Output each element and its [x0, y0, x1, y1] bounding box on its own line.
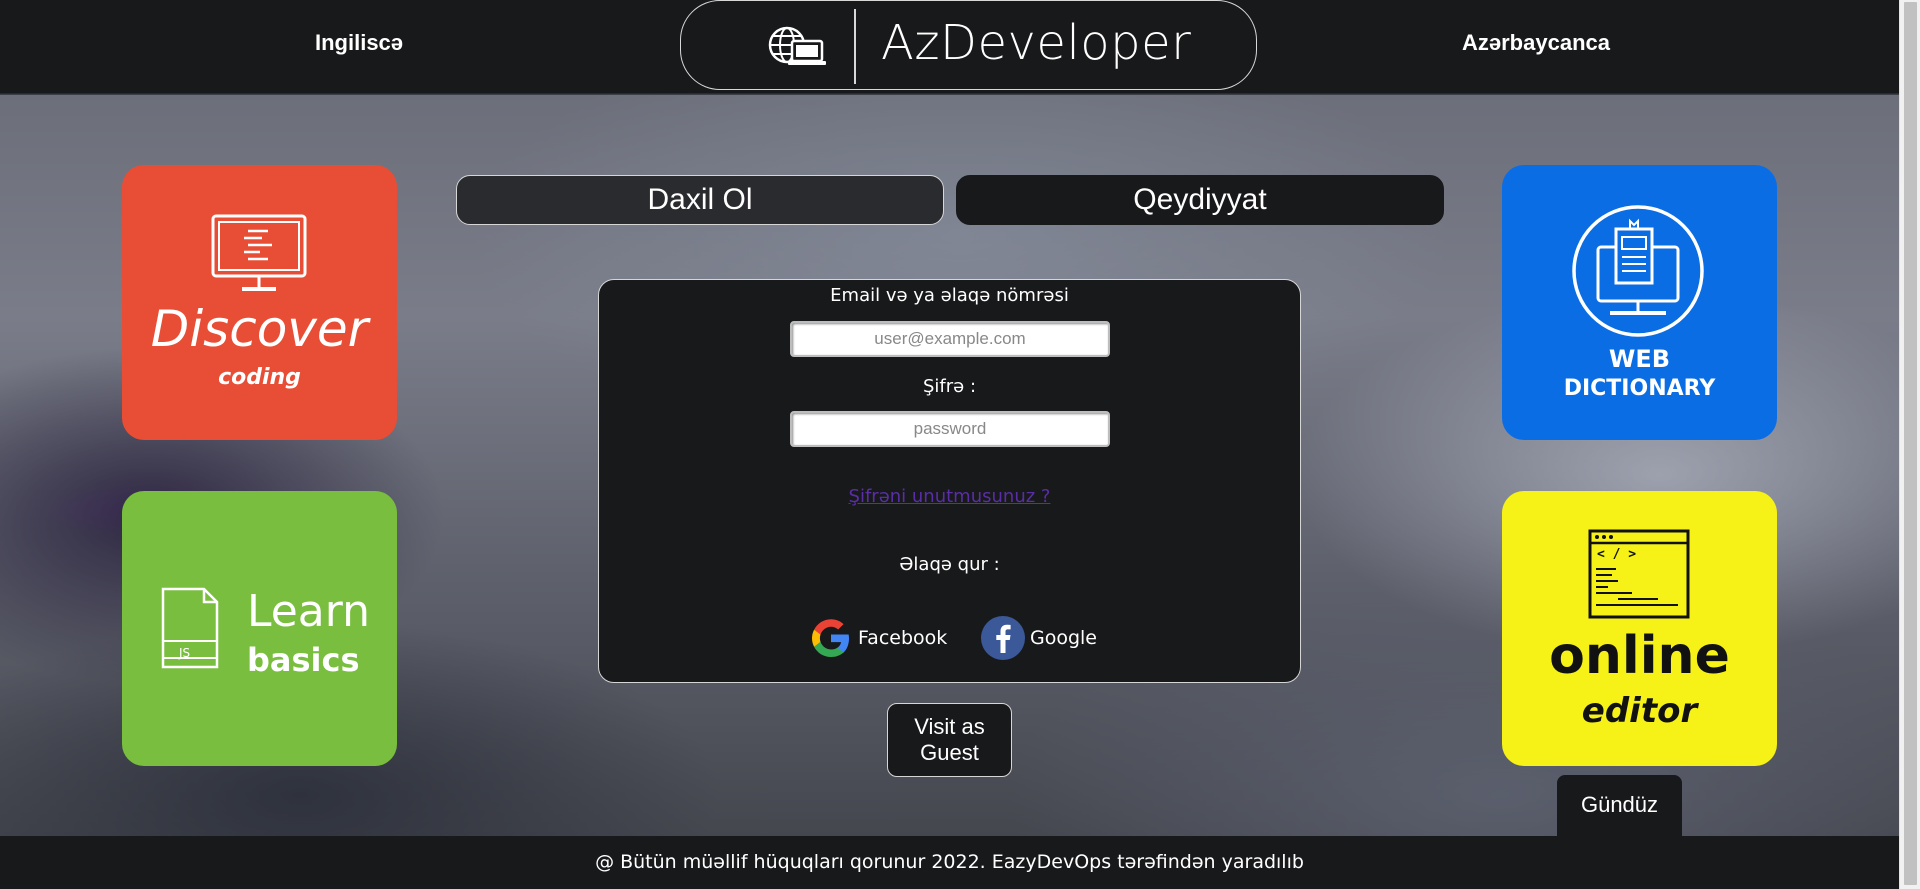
visit-as-guest-button[interactable]: Visit as Guest: [887, 703, 1012, 777]
top-header: Ingiliscə AzDeveloper Azərbaycanca: [0, 0, 1899, 94]
tab-login[interactable]: Daxil Ol: [456, 175, 944, 225]
brand-logo[interactable]: AzDeveloper: [680, 0, 1257, 90]
code-window-icon: [1588, 529, 1690, 619]
code-tag-text: < / >: [1597, 547, 1637, 562]
footer-copyright: @ Bütün müəllif hüquqları qorunur 2022. …: [0, 836, 1899, 889]
password-input[interactable]: [790, 411, 1110, 447]
scrollbar-thumb[interactable]: [1904, 2, 1917, 885]
brand-name: AzDeveloper: [881, 15, 1192, 71]
monitor-icon: [211, 214, 307, 291]
connect-label: Əlaqə qur :: [899, 554, 1000, 575]
language-english-link[interactable]: Ingiliscə: [315, 30, 403, 56]
tile-editor-title: online: [1549, 626, 1730, 686]
tile-learn-title: Learn: [247, 586, 370, 637]
social-login-first[interactable]: Facebook: [808, 615, 947, 661]
globe-laptop-icon: [768, 26, 826, 65]
social-second-label: Google: [1030, 627, 1098, 649]
login-form: Email və ya əlaqə nömrəsi Şifrə : Şifrən…: [598, 279, 1301, 683]
logo-divider: [854, 9, 856, 84]
book-monitor-icon: [1572, 205, 1704, 337]
google-icon: [812, 619, 849, 657]
tile-discover-subtitle: coding: [218, 365, 301, 390]
tab-register[interactable]: Qeydiyyat: [956, 175, 1444, 225]
tile-learn-basics[interactable]: JS Learn basics: [122, 491, 397, 766]
tile-web-dictionary[interactable]: WEB DICTIONARY: [1502, 165, 1777, 440]
tile-learn-subtitle: basics: [247, 641, 360, 679]
forgot-password-link[interactable]: Şifrəni unutmusunuz ?: [599, 486, 1300, 507]
email-label: Email və ya əlaqə nömrəsi: [830, 285, 1069, 306]
tile-online-editor[interactable]: < / > online editor: [1502, 491, 1777, 766]
page-scrollbar[interactable]: [1899, 0, 1920, 889]
guest-line-2: Guest: [920, 740, 979, 765]
facebook-icon: [981, 616, 1025, 660]
js-badge: JS: [179, 646, 191, 660]
tile-webdict-subtitle: DICTIONARY: [1563, 376, 1716, 401]
tile-discover-coding[interactable]: Discover coding: [122, 165, 397, 440]
language-azerbaijani-link[interactable]: Azərbaycanca: [1462, 30, 1610, 56]
day-mode-toggle[interactable]: Gündüz: [1557, 775, 1682, 837]
tile-editor-subtitle: editor: [1581, 691, 1698, 731]
guest-line-1: Visit as: [914, 714, 985, 739]
social-first-label: Facebook: [858, 627, 948, 649]
email-input[interactable]: [790, 321, 1110, 357]
social-login-second[interactable]: Google: [980, 615, 1097, 661]
tile-discover-title: Discover: [150, 300, 369, 358]
tile-webdict-title: WEB: [1608, 345, 1671, 373]
password-label: Şifrə :: [922, 376, 977, 397]
